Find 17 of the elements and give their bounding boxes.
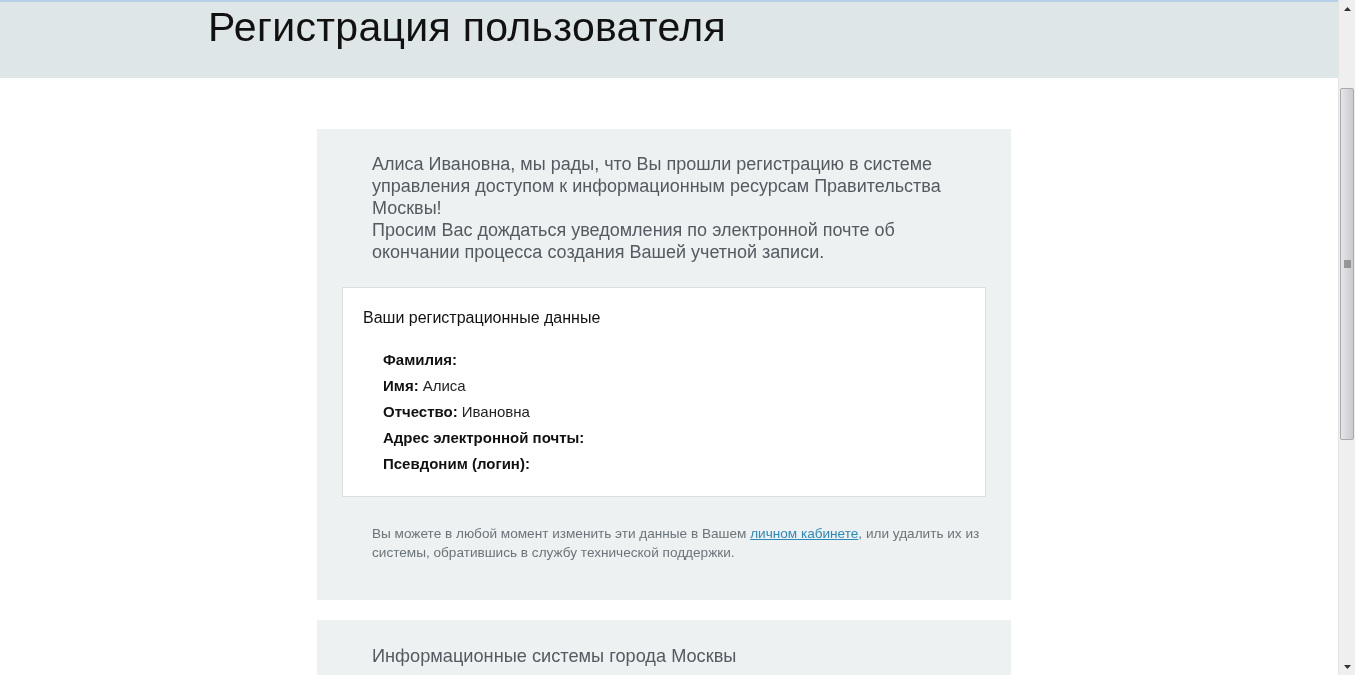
field-label: Отчество:: [383, 402, 458, 422]
field-value: Алиса: [422, 376, 466, 396]
details-heading: Ваши регистрационные данные: [363, 308, 601, 328]
field-value: Ивановна: [461, 402, 530, 422]
field-label: Адрес электронной почты:: [383, 428, 585, 448]
page-title: Регистрация пользователя: [208, 3, 726, 51]
field-label: Имя:: [383, 376, 419, 396]
section-title: Информационные системы города Москвы: [372, 645, 737, 667]
field-label: Псевдоним (логин):: [383, 454, 530, 474]
message-text: Просим Вас дождаться уведомления по электронной почте об окончании процесса создания Вашей учетной записи.: [372, 219, 896, 263]
message-text: Алиса Ивановна, мы рады, что Вы прошли регистрацию в системе управления доступом к информационным ресурсам Правительства Москвы!: [372, 153, 942, 219]
field-label: Фамилия:: [383, 350, 457, 370]
caret-down-icon: [1343, 664, 1351, 669]
caret-up-icon: [1343, 6, 1351, 11]
note-text: Вы можете в любой момент изменить эти данные в Вашем личном кабинете, или удалить их из системы, обратившись в службу технической поддержки.: [372, 525, 981, 562]
grip-icon: [1343, 260, 1351, 268]
scrollbar-thumb[interactable]: [1340, 88, 1354, 440]
